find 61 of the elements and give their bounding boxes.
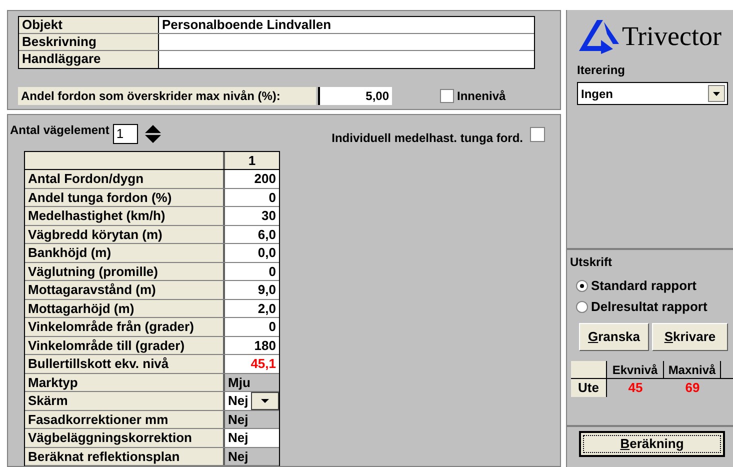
field-label: Objekt [19,17,159,33]
percentage-input[interactable]: 5,00 [318,87,392,105]
result-value: 69 [684,379,701,397]
iteration-dropdown[interactable]: Ingen [577,82,728,105]
row-label: Skärm [25,392,225,410]
radio-button[interactable] [576,280,588,292]
table-cell[interactable]: 180 [225,336,279,354]
table-cell: 45,1 [225,355,279,372]
row-label: Ute [571,379,607,397]
row-label: Bullertillskott ekv. nivå [25,355,225,372]
row-label: Vinkelområde till (grader) [25,336,225,354]
dropdown[interactable]: Nej [225,392,279,410]
field-label: Beskrivning [19,34,159,50]
spinner-icon[interactable] [144,124,162,144]
column-header: Maxnivå [664,361,721,378]
table-cell[interactable]: 2,0 [225,300,279,317]
field-label: Handläggare [19,51,159,68]
table-cell[interactable]: 9,0 [225,281,279,298]
checkbox-label: Innenivå [457,88,506,105]
triangle-logo-icon [577,18,621,54]
row-label: Beräknat reflektionsplan [25,448,225,465]
calculate-button[interactable]: Beräkning [579,431,725,457]
row-label: Medelhastighet (km/h) [25,207,225,224]
row-label: Väglutning (promille) [25,262,225,280]
table-cell[interactable]: 0 [225,262,279,280]
checkbox-label: Individuell medelhast. tunga ford. [332,130,523,146]
indoor-checkbox[interactable] [440,89,454,103]
count-input[interactable]: 1 [113,124,138,144]
row-label: Vägbeläggningskorrektion [25,429,225,446]
row-label: Marktyp [25,374,225,391]
logo-text: Trivector [622,22,722,50]
field-label: Iterering [577,62,626,79]
row-label: Andel tunga fordon (%) [25,188,225,206]
row-label: Bankhöjd (m) [25,244,225,262]
row-label: Mottagarhöjd (m) [25,300,225,317]
table-cell[interactable]: 6,0 [225,226,279,243]
radio-label: Delresultat rapport [591,298,708,316]
radio-label: Standard rapport [591,276,696,295]
table-cell[interactable]: 0,0 [225,244,279,262]
row-label: Mottagaravstånd (m) [25,281,225,298]
table-cell[interactable]: Nej [225,429,279,446]
section-title: Utskrift [570,254,614,271]
row-label: Vinkelområde från (grader) [25,318,225,336]
print-button[interactable]: Skrivare [652,323,728,351]
table-cell: Nej [225,410,279,428]
row-label: Vägbredd körytan (m) [25,226,225,243]
table-cell[interactable]: 30 [225,207,279,224]
print-button[interactable]: Granska [579,323,649,351]
table-cell[interactable]: 0 [225,318,279,336]
field-label: Andel fordon som överskrider max nivån (%): [18,87,316,105]
table-cell[interactable]: 200 [225,170,279,188]
checkbox[interactable] [530,126,545,142]
table-cell[interactable]: 0 [225,188,279,206]
radio-button[interactable] [576,300,588,312]
text-field[interactable]: Personalboende Lindvallen [159,17,534,33]
result-value: 45 [627,379,644,397]
field-label: Antal vägelement [10,122,110,138]
row-label: Fasadkorrektioner mm [25,410,225,428]
column-header: 1 [225,152,279,169]
column-header: Ekvnivå [607,361,664,378]
row-label: Antal Fordon/dygn [25,170,225,188]
